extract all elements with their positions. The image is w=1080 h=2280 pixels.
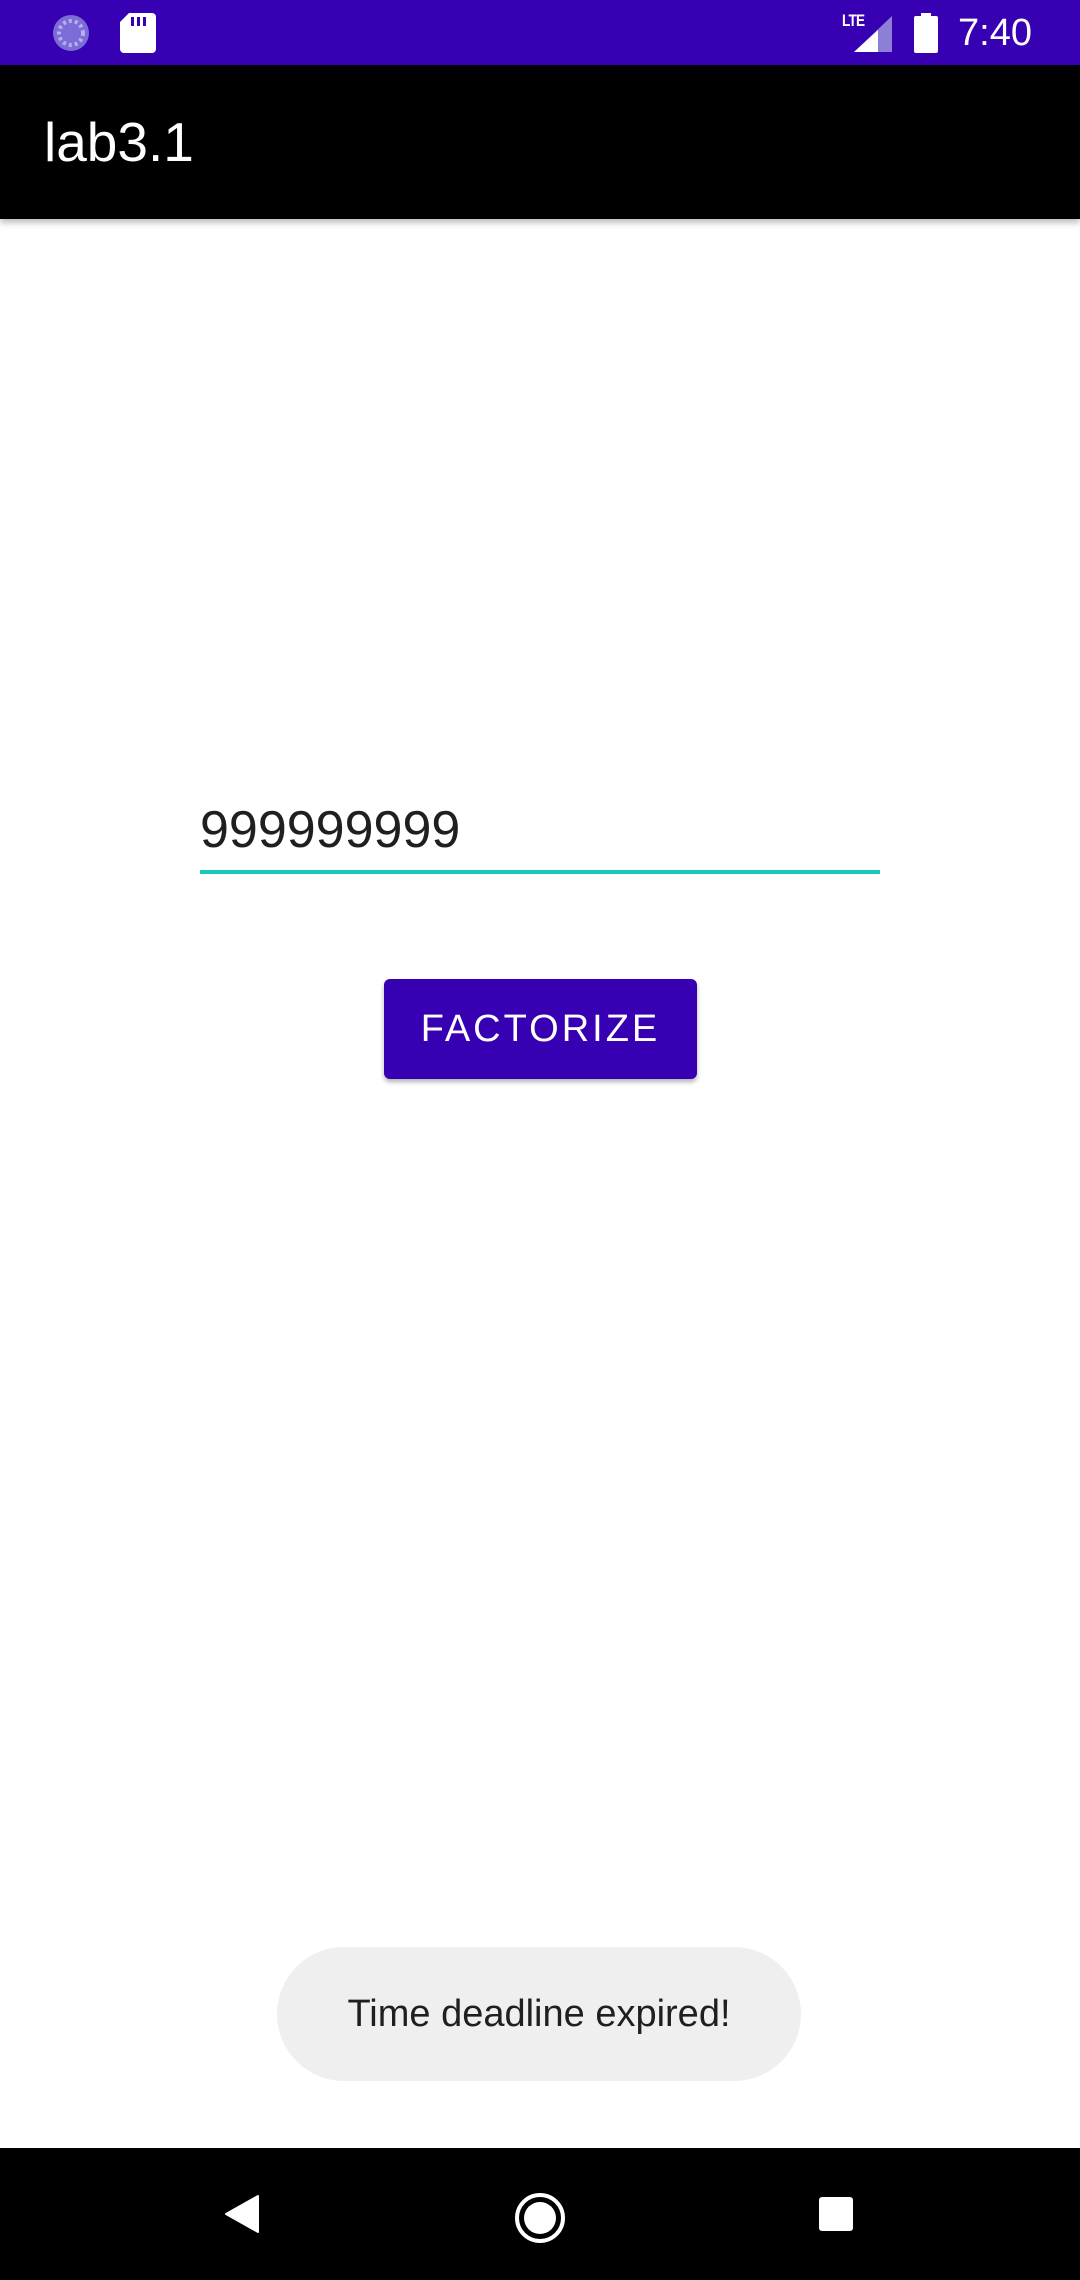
app-screen: LTE 7:40 lab3.1 FACTORIZE Time deadline … (0, 0, 1080, 2280)
loading-spinner-icon (53, 15, 89, 51)
status-bar: LTE 7:40 (0, 0, 1080, 65)
clock: 7:40 (958, 12, 1032, 54)
home-icon[interactable] (514, 2192, 566, 2244)
signal-icon (854, 16, 892, 52)
toast-text: Time deadline expired! (347, 1992, 731, 2035)
factorize-button[interactable]: FACTORIZE (384, 979, 697, 1079)
recents-icon[interactable] (818, 2196, 854, 2232)
toast-message: Time deadline expired! (277, 1947, 801, 2081)
app-toolbar: lab3.1 (0, 65, 1080, 219)
app-title: lab3.1 (44, 111, 194, 173)
sd-card-icon (120, 13, 156, 53)
navigation-bar (0, 2148, 1080, 2280)
back-icon[interactable] (222, 2194, 262, 2234)
number-input[interactable] (200, 790, 880, 874)
battery-icon (914, 13, 938, 53)
